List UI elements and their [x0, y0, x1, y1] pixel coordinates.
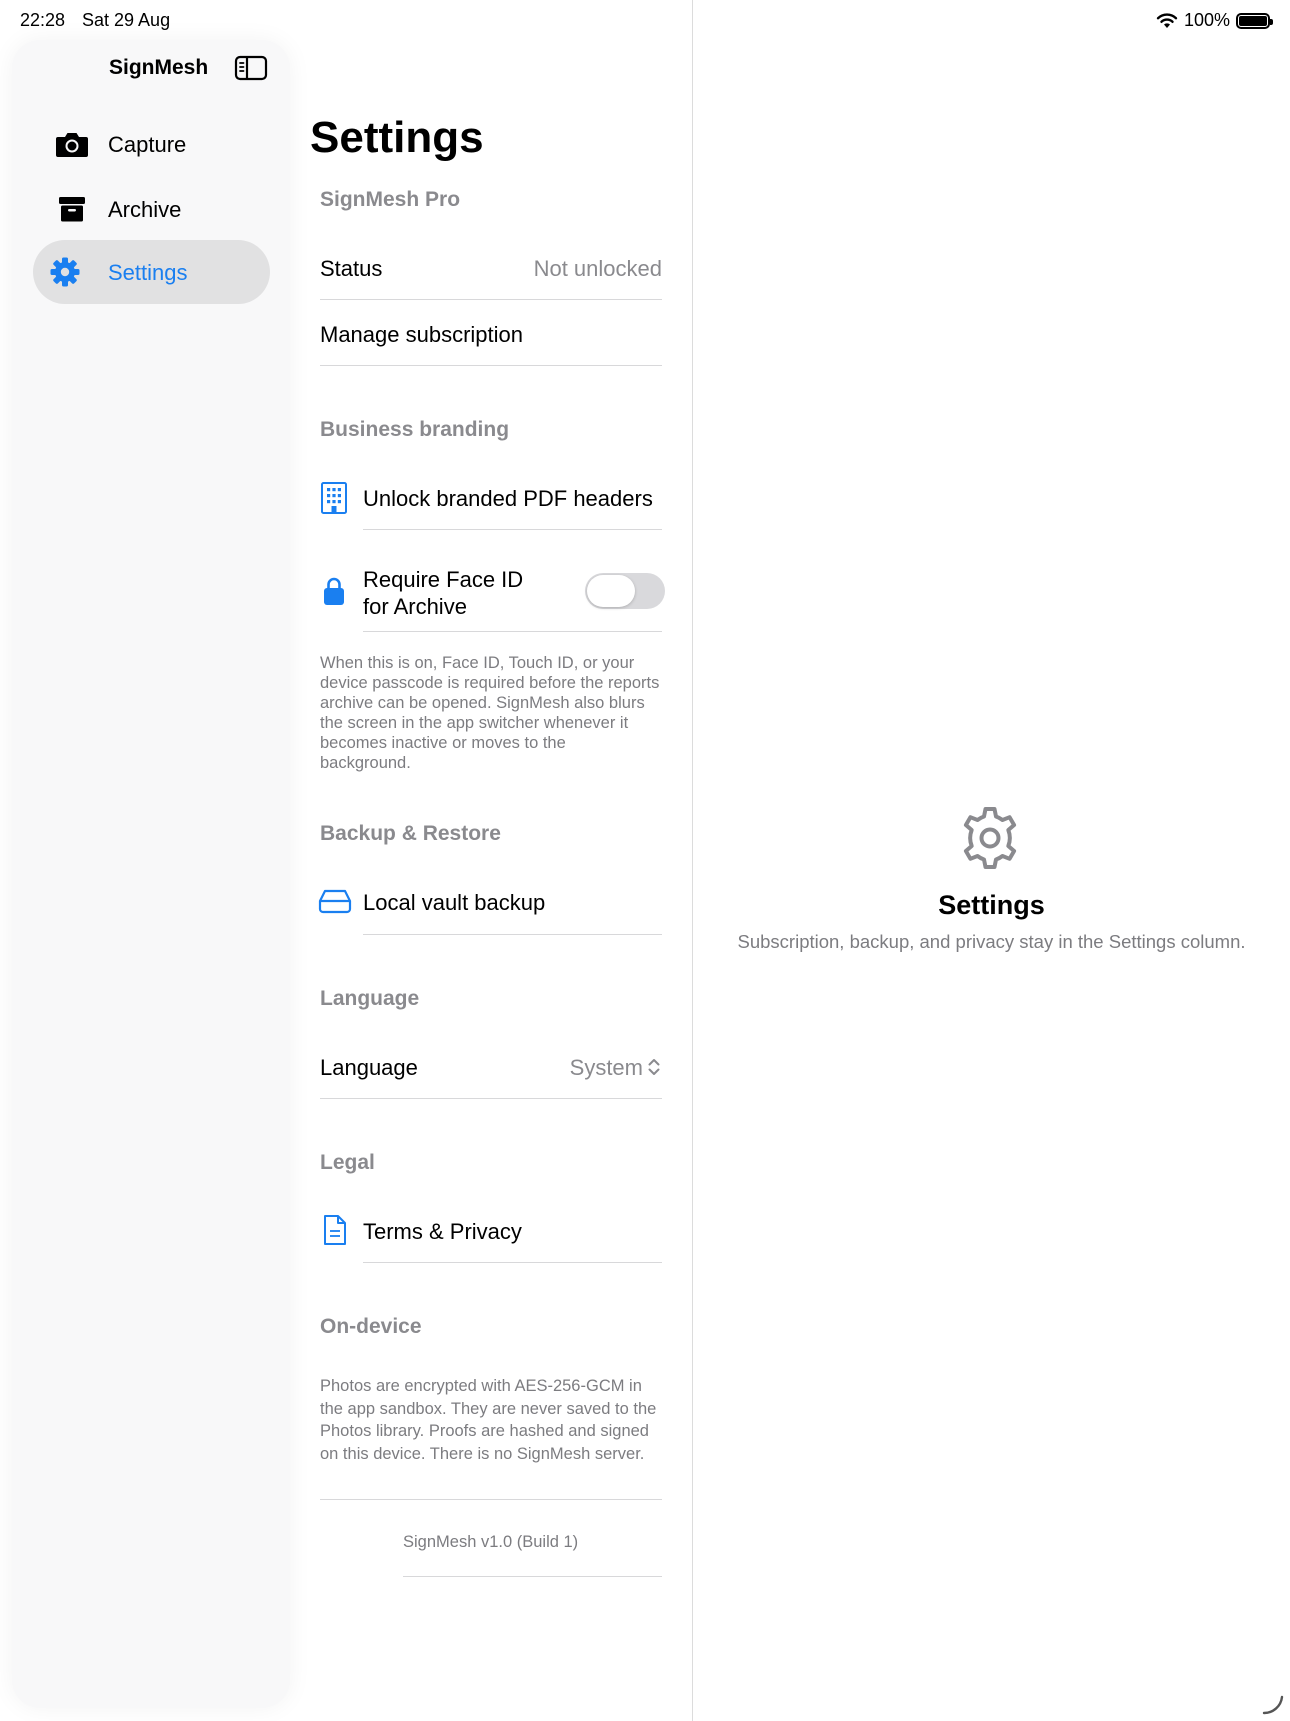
terms-privacy-row[interactable]: Terms & Privacy — [363, 1219, 522, 1245]
version-label: SignMesh v1.0 (Build 1) — [403, 1533, 579, 1551]
detail-subtitle: Subscription, backup, and privacy stay i… — [737, 931, 1246, 952]
sidebar-item-label: Archive — [108, 197, 182, 222]
resize-grip-icon — [1262, 1695, 1284, 1715]
section-header-legal: Legal — [320, 1151, 375, 1174]
require-faceid-toggle[interactable] — [585, 573, 665, 609]
resize-handle[interactable] — [1262, 1693, 1284, 1715]
sidebar-item-capture[interactable]: Capture — [33, 112, 270, 176]
row-divider — [320, 1098, 662, 1099]
lock-icon — [323, 576, 345, 606]
local-vault-backup-row[interactable]: Local vault backup — [363, 890, 545, 916]
building-icon — [320, 481, 348, 515]
row-divider — [363, 1262, 662, 1263]
require-faceid-line2: for Archive — [363, 594, 467, 619]
detail-title: Settings — [938, 890, 1045, 920]
section-header-branding: Business branding — [320, 418, 510, 441]
sidebar-item-settings[interactable]: Settings — [33, 240, 270, 304]
faceid-footnote: When this is on, Face ID, Touch ID, or y… — [320, 654, 660, 772]
row-divider — [320, 1499, 662, 1500]
status-value: Not unlocked — [533, 256, 662, 281]
section-header-backup: Backup & Restore — [320, 822, 501, 845]
sidebar-item-label: Capture — [108, 132, 187, 157]
unlock-branded-headers-row[interactable]: Unlock branded PDF headers — [363, 486, 653, 512]
language-picker[interactable]: System — [570, 1055, 643, 1081]
manage-subscription-row[interactable]: Manage subscription — [320, 322, 523, 348]
require-faceid-label: Require Face ID for Archive — [363, 566, 523, 620]
row-divider — [320, 365, 662, 366]
section-header-pro: SignMesh Pro — [320, 188, 461, 211]
row-divider — [403, 1576, 662, 1577]
row-divider — [363, 631, 662, 632]
section-header-ondevice: On-device — [320, 1315, 422, 1338]
document-icon — [322, 1214, 348, 1246]
section-header-language: Language — [320, 987, 420, 1010]
battery-icon — [1236, 12, 1273, 29]
camera-icon — [55, 128, 89, 160]
status-label: Status — [320, 256, 383, 281]
row-divider — [363, 934, 662, 935]
sidebar-title: SignMesh — [109, 56, 209, 79]
row-divider — [363, 529, 662, 530]
gear-outline-icon — [957, 805, 1023, 871]
status-right: 100% — [1156, 10, 1273, 31]
sidebar-item-archive[interactable]: Archive — [33, 177, 270, 241]
archive-box-icon — [55, 193, 89, 225]
toggle-knob — [587, 575, 635, 607]
sidebar-toggle-icon — [234, 55, 268, 81]
battery-percent: 100% — [1183, 10, 1230, 30]
language-label: Language — [320, 1055, 418, 1080]
require-faceid-line1: Require Face ID — [363, 567, 524, 592]
sidebar: SignMesh Capture Archive Settings — [12, 40, 290, 1708]
chevron-up-down-icon — [647, 1057, 661, 1077]
status-date: Sat 29 Aug — [82, 10, 171, 30]
wifi-icon — [1156, 12, 1178, 28]
page-title: Settings — [310, 113, 484, 162]
row-divider — [320, 299, 662, 300]
status-time: 22:28 — [20, 10, 66, 30]
column-divider — [692, 0, 693, 1721]
status-bar: 22:28 Sat 29 Aug 100% — [0, 0, 1290, 40]
drive-icon — [318, 888, 352, 914]
sidebar-item-label: Settings — [108, 260, 188, 285]
sidebar-toggle-button[interactable] — [234, 54, 268, 82]
ondevice-text: Photos are encrypted with AES-256-GCM in… — [320, 1377, 657, 1463]
gear-icon — [48, 256, 82, 288]
